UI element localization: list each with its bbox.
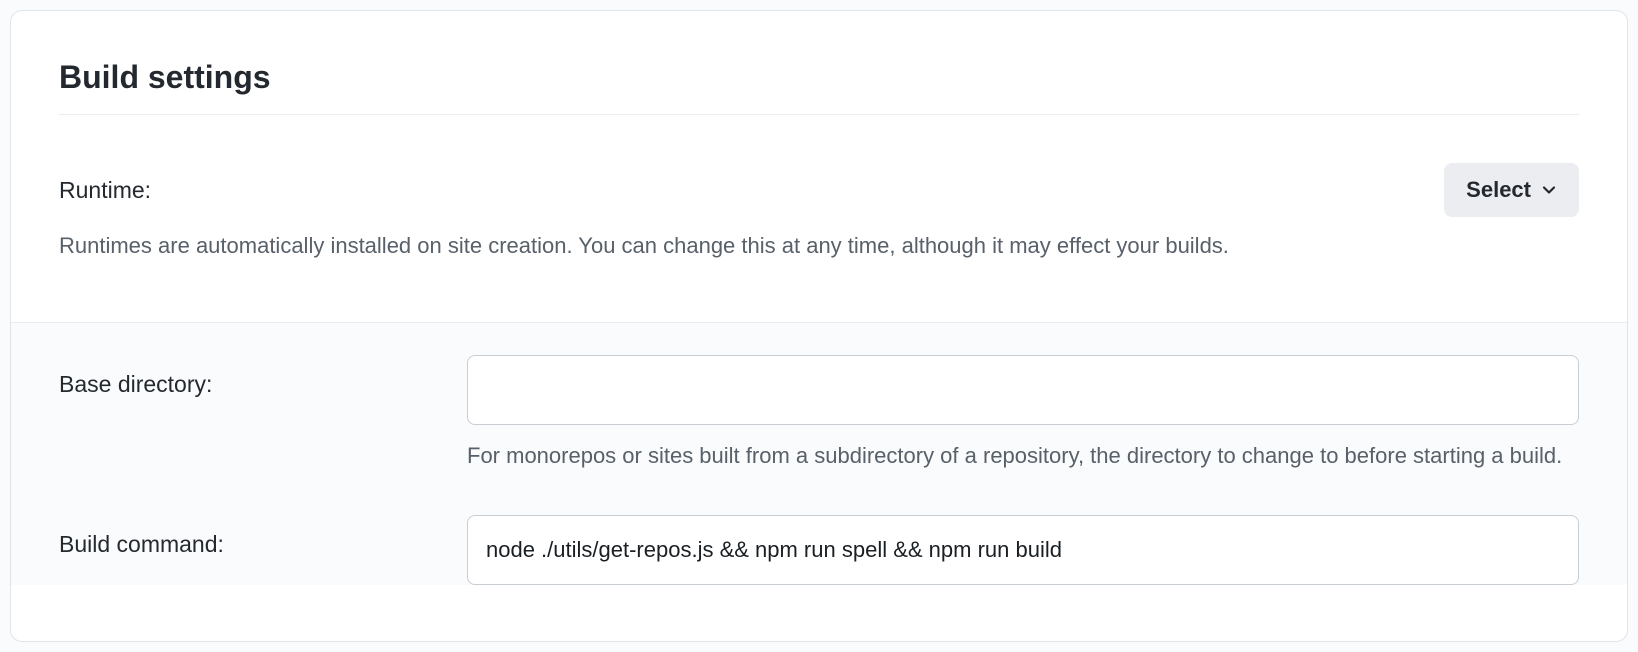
runtime-select-label: Select [1466, 177, 1531, 203]
base-directory-input[interactable] [467, 355, 1579, 425]
build-command-label-col: Build command: [59, 515, 467, 558]
build-command-input-col [467, 515, 1579, 585]
form-section: Base directory: For monorepos or sites b… [11, 322, 1627, 585]
base-directory-label-col: Base directory: [59, 355, 467, 398]
base-directory-help: For monorepos or sites built from a subd… [467, 439, 1579, 473]
base-directory-input-col: For monorepos or sites built from a subd… [467, 355, 1579, 473]
runtime-row: Runtime: Select [59, 163, 1579, 217]
base-directory-row: Base directory: For monorepos or sites b… [59, 355, 1579, 473]
runtime-select-button[interactable]: Select [1444, 163, 1579, 217]
runtime-label: Runtime: [59, 177, 151, 204]
page-title: Build settings [59, 59, 1579, 115]
chevron-down-icon [1541, 182, 1557, 198]
runtime-help-text: Runtimes are automatically installed on … [59, 229, 1579, 262]
build-settings-card: Build settings Runtime: Select Runtimes … [10, 10, 1628, 642]
build-command-label: Build command: [59, 531, 224, 557]
base-directory-label: Base directory: [59, 371, 212, 397]
build-command-input[interactable] [467, 515, 1579, 585]
card-header-section: Build settings Runtime: Select Runtimes … [11, 11, 1627, 262]
build-command-row: Build command: [59, 515, 1579, 585]
